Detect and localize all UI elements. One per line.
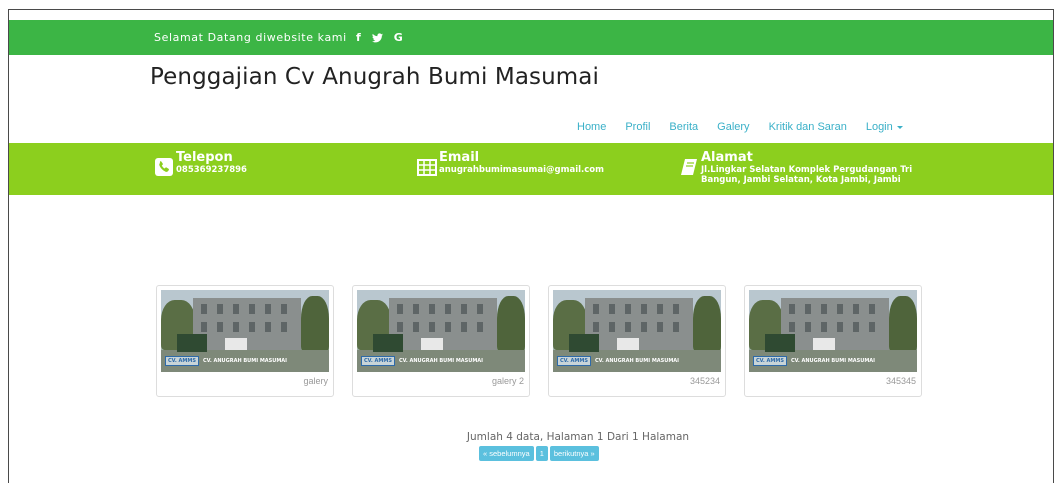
gallery-photo[interactable]: CV. AMMS CV. ANUGRAH BUMI MASUMAI [161, 290, 329, 372]
gallery-grid: CV. AMMS CV. ANUGRAH BUMI MASUMAI galery … [156, 285, 922, 410]
nav-item-galery[interactable]: Galery [717, 116, 749, 138]
photo-badge: CV. AMMS [753, 356, 787, 366]
phone-value: 085369237896 [176, 165, 247, 175]
gallery-caption: 345234 [689, 376, 720, 386]
top-bar: Selamat Datang diwebsite kami f G [9, 20, 1053, 55]
prev-page-button[interactable]: « sebelumnya [479, 446, 534, 461]
caret-down-icon [896, 125, 903, 129]
gallery-item[interactable]: CV. AMMS CV. ANUGRAH BUMI MASUMAI galery [156, 285, 334, 397]
nav-item-berita[interactable]: Berita [669, 116, 698, 138]
browser-page: Selamat Datang diwebsite kami f G Pengga… [8, 9, 1054, 483]
welcome-text: Selamat Datang diwebsite kami [154, 31, 347, 44]
nav-item-login[interactable]: Login [866, 116, 903, 138]
book-icon [681, 159, 697, 175]
photo-badge: CV. AMMS [361, 356, 395, 366]
google-icon[interactable]: G [394, 20, 403, 55]
page-1-button[interactable]: 1 [535, 446, 548, 461]
gallery-item[interactable]: CV. AMMS CV. ANUGRAH BUMI MASUMAI 345234 [548, 285, 726, 397]
gallery-photo[interactable]: CV. AMMS CV. ANUGRAH BUMI MASUMAI [357, 290, 525, 372]
social-links: f G [356, 20, 403, 55]
email-label: Email [439, 150, 480, 165]
photo-badge: CV. AMMS [557, 356, 591, 366]
photo-text: CV. ANUGRAH BUMI MASUMAI [790, 358, 876, 364]
gallery-caption: galery 2 [491, 376, 524, 386]
photo-badge: CV. AMMS [165, 356, 199, 366]
phone-icon [155, 158, 173, 176]
photo-text: CV. ANUGRAH BUMI MASUMAI [594, 358, 680, 364]
gallery-photo[interactable]: CV. AMMS CV. ANUGRAH BUMI MASUMAI [749, 290, 917, 372]
table-icon [417, 159, 437, 176]
main-nav: Home Profil Berita Galery Kritik dan Sar… [577, 116, 903, 138]
address-label: Alamat [701, 150, 753, 165]
login-label: Login [865, 121, 893, 133]
photo-text: CV. ANUGRAH BUMI MASUMAI [398, 358, 484, 364]
gallery-item[interactable]: CV. AMMS CV. ANUGRAH BUMI MASUMAI galery … [352, 285, 530, 397]
twitter-icon[interactable] [371, 20, 383, 55]
site-title[interactable]: Penggajian Cv Anugrah Bumi Masumai [150, 64, 599, 90]
phone-label: Telepon [176, 150, 233, 165]
gallery-caption: 345345 [885, 376, 916, 386]
address-value: Jl.Lingkar Selatan Komplek Pergudangan T… [701, 165, 913, 185]
photo-text: CV. ANUGRAH BUMI MASUMAI [202, 358, 288, 364]
gallery-photo[interactable]: CV. AMMS CV. ANUGRAH BUMI MASUMAI [553, 290, 721, 372]
contact-bar: Telepon 085369237896 Email anugrahbumima… [9, 143, 1053, 195]
pagination: « sebelumnya 1 berikutnya » [479, 446, 599, 461]
email-value: anugrahbumimasumai@gmail.com [439, 165, 604, 175]
next-page-button[interactable]: berikutnya » [549, 446, 599, 461]
pagination-info: Jumlah 4 data, Halaman 1 Dari 1 Halaman [466, 431, 690, 443]
gallery-caption: galery [303, 376, 328, 386]
nav-item-profil[interactable]: Profil [625, 116, 650, 138]
facebook-icon[interactable]: f [356, 20, 361, 55]
gallery-item[interactable]: CV. AMMS CV. ANUGRAH BUMI MASUMAI 345345 [744, 285, 922, 397]
nav-item-kritik-dan-saran[interactable]: Kritik dan Saran [769, 116, 847, 138]
nav-item-home[interactable]: Home [577, 116, 606, 138]
